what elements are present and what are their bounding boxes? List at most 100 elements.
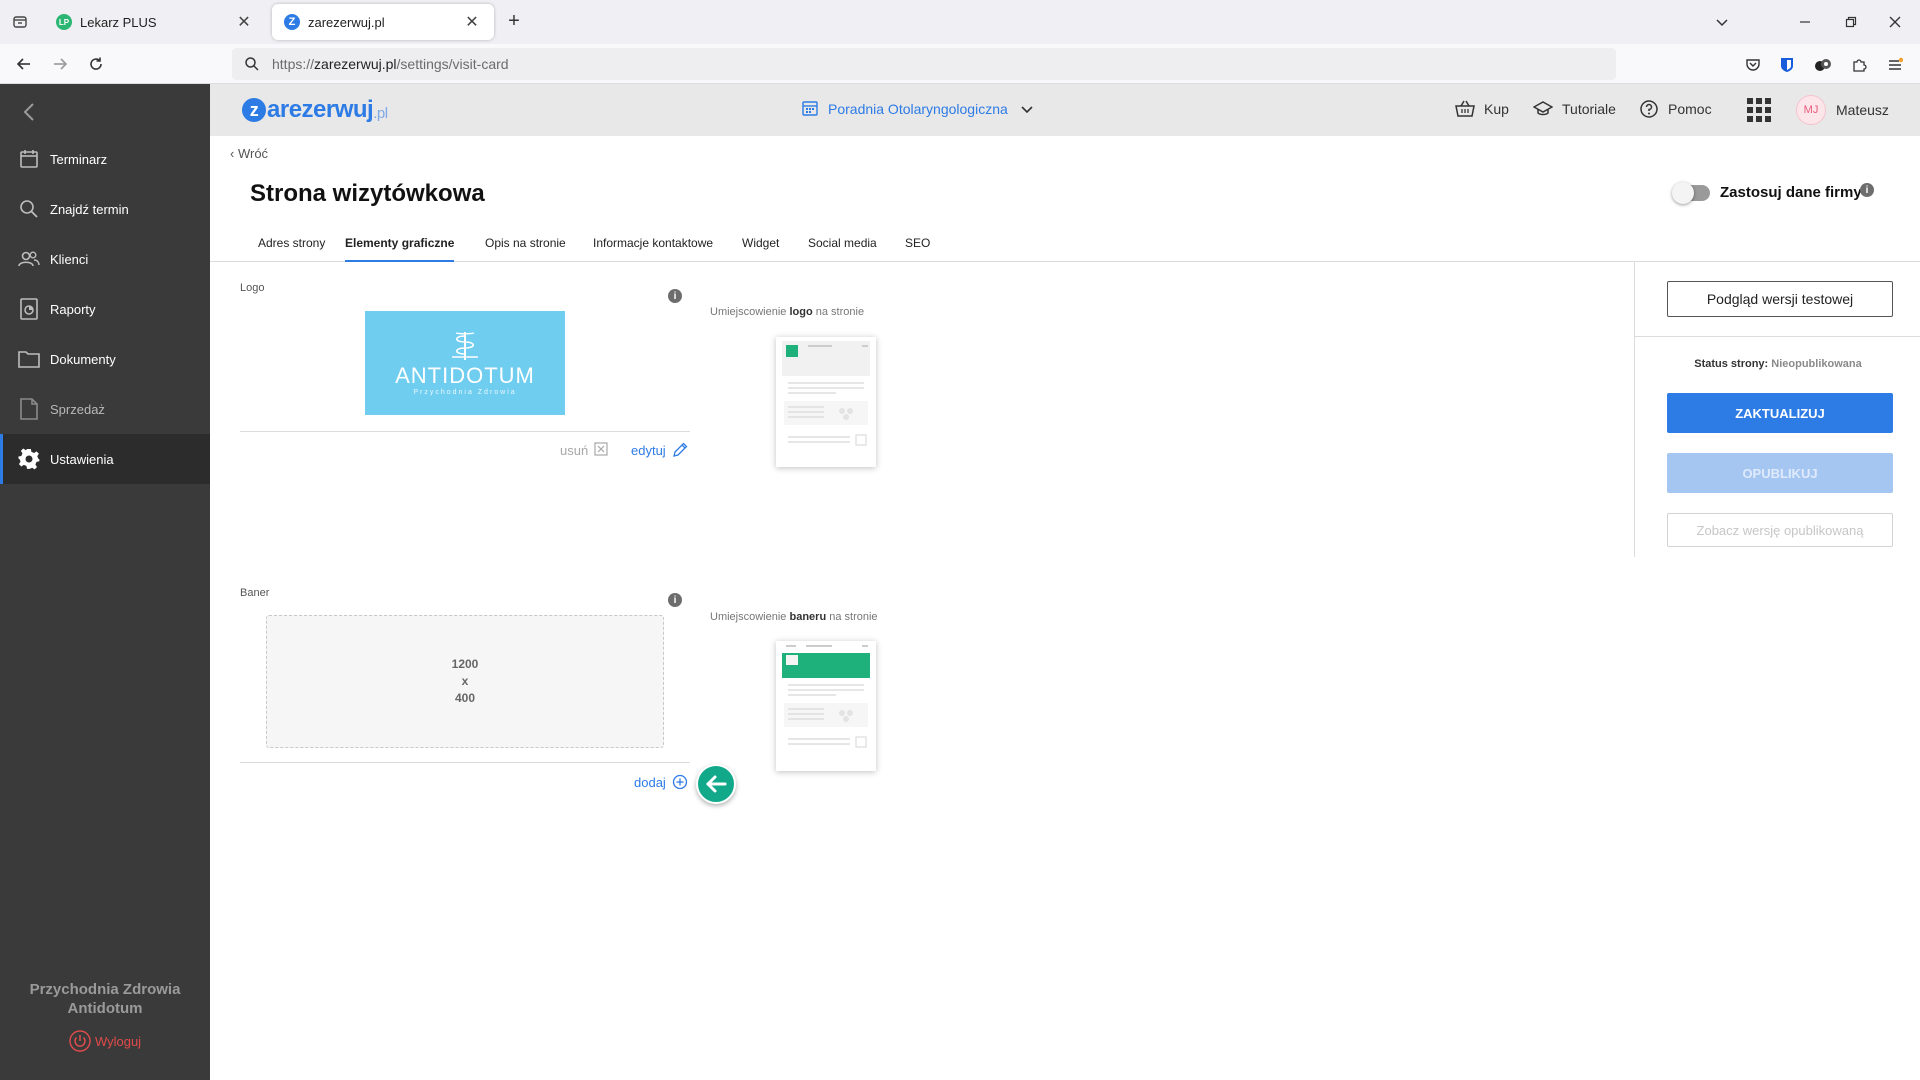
- apply-company-data-toggle[interactable]: Zastosuj dane firmy: [1672, 181, 1862, 204]
- caduceus-icon: [452, 331, 478, 360]
- close-window-icon[interactable]: [1880, 8, 1910, 36]
- tab-social-media[interactable]: Social media: [808, 236, 877, 262]
- add-label: dodaj: [634, 774, 666, 790]
- tab-elementy-graficzne[interactable]: Elementy graficzne: [345, 236, 455, 262]
- logout-button[interactable]: Wyloguj: [0, 1030, 210, 1052]
- help-circle-icon: [1638, 98, 1660, 120]
- restore-icon[interactable]: [1836, 8, 1866, 36]
- sidebar: Terminarz Znajdź termin Klienci Raporty …: [0, 84, 210, 1080]
- divider: [1635, 336, 1920, 337]
- publish-button[interactable]: OPUBLIKUJ: [1667, 453, 1893, 493]
- logo-placement-thumbnail: [776, 337, 876, 467]
- reload-icon[interactable]: [84, 52, 108, 76]
- document-icon: [18, 398, 40, 420]
- new-tab-icon[interactable]: +: [502, 10, 526, 34]
- url-host: zarezerwuj.pl: [314, 56, 397, 72]
- tab-list-chevron-icon[interactable]: [1707, 8, 1737, 36]
- address-bar[interactable]: https://zarezerwuj.pl/settings/visit-car…: [232, 48, 1616, 80]
- logo-section-label: Logo: [240, 282, 265, 294]
- publish-panel: Podgląd wersji testowej Status strony: N…: [1634, 262, 1920, 557]
- zarezerwuj-favicon-icon: Z: [284, 14, 300, 30]
- help-button[interactable]: Pomoc: [1638, 98, 1712, 120]
- extensions-puzzle-icon[interactable]: [1848, 54, 1870, 76]
- apps-grid-icon[interactable]: [1746, 97, 1772, 123]
- banner-x: x: [461, 674, 469, 688]
- browser-tab-lekarz[interactable]: LP Lekarz PLUS ✕: [44, 4, 266, 40]
- toggle-switch[interactable]: [1672, 181, 1710, 204]
- add-banner-button[interactable]: dodaj: [634, 774, 688, 790]
- remove-logo-button[interactable]: usuń: [560, 442, 610, 458]
- clinic-selector[interactable]: Poradnia Otolaryngologiczna: [802, 100, 1034, 118]
- search-icon: [232, 56, 272, 72]
- status-value: Nieopublikowana: [1771, 358, 1862, 370]
- banner-placement-thumbnail: [776, 641, 876, 771]
- back-link[interactable]: ‹ Wróć: [230, 146, 268, 161]
- info-icon[interactable]: i: [668, 289, 682, 303]
- info-icon[interactable]: i: [668, 593, 682, 607]
- sidebar-item-dokumenty[interactable]: Dokumenty: [0, 334, 210, 384]
- info-icon[interactable]: i: [1860, 183, 1874, 197]
- banner-section-label: Baner: [240, 587, 270, 599]
- minimize-icon[interactable]: [1790, 8, 1820, 36]
- sidebar-item-label: Ustawienia: [50, 451, 114, 467]
- sidebar-item-label: Klienci: [50, 251, 89, 267]
- bitwarden-icon[interactable]: [1776, 54, 1798, 76]
- buy-button[interactable]: Kup: [1454, 98, 1509, 120]
- section-tabs: Adres strony Elementy graficzne Opis na …: [210, 228, 1920, 262]
- chevron-down-icon: [1020, 102, 1034, 116]
- view-published-button[interactable]: Zobacz wersję opublikowaną: [1667, 513, 1893, 547]
- close-tab-icon[interactable]: ✕: [462, 12, 482, 32]
- sidebar-item-znajdz-termin[interactable]: Znajdź termin: [0, 184, 210, 234]
- edit-logo-button[interactable]: edytuj: [631, 442, 688, 458]
- sidebar-item-ustawienia[interactable]: Ustawienia: [0, 434, 210, 484]
- tab-widget[interactable]: Widget: [742, 236, 779, 262]
- gear-icon: [18, 448, 40, 470]
- sidebar-item-sprzedaz[interactable]: Sprzedaż: [0, 384, 210, 434]
- logo-subtitle: Przychodnia Zdrowia: [413, 388, 517, 396]
- tab-opis-na-stronie[interactable]: Opis na stronie: [485, 236, 566, 262]
- tab-adres-strony[interactable]: Adres strony: [258, 236, 325, 262]
- lekarz-favicon-icon: LP: [56, 14, 72, 30]
- tab-informacje-kontaktowe[interactable]: Informacje kontaktowe: [593, 236, 713, 262]
- tab-overview-icon[interactable]: [8, 10, 32, 34]
- sidebar-item-raporty[interactable]: Raporty: [0, 284, 210, 334]
- calendar-icon: [18, 148, 40, 170]
- folder-icon: [18, 348, 40, 370]
- zarezerwuj-logo[interactable]: z arezerwuj .pl: [242, 96, 388, 124]
- power-icon: [69, 1030, 91, 1052]
- report-icon: [18, 298, 40, 320]
- logo-wordmark: ANTIDOTUM: [395, 362, 535, 388]
- back-arrow-icon[interactable]: [12, 52, 36, 76]
- sidebar-item-label: Terminarz: [50, 151, 108, 167]
- sidebar-item-label: Znajdź termin: [50, 201, 129, 217]
- browser-tab-zarezerwuj[interactable]: Z zarezerwuj.pl ✕: [272, 4, 494, 40]
- users-icon: [18, 248, 40, 270]
- logo-tld: .pl: [373, 104, 388, 122]
- toggle-label: Zastosuj dane firmy: [1720, 184, 1862, 201]
- tab-seo[interactable]: SEO: [905, 236, 930, 262]
- browser-tab-bar: LP Lekarz PLUS ✕ Z zarezerwuj.pl ✕ +: [0, 0, 1920, 44]
- avatar: MJ: [1796, 95, 1826, 125]
- extension-circles-icon[interactable]: [1812, 54, 1834, 76]
- page-title: Strona wizytówkowa: [250, 180, 485, 207]
- update-button[interactable]: ZAKTUALIZUJ: [1667, 393, 1893, 433]
- sidebar-item-terminarz[interactable]: Terminarz: [0, 134, 210, 184]
- basket-icon: [1454, 98, 1476, 120]
- forward-arrow-icon[interactable]: [48, 52, 72, 76]
- clinic-name: Poradnia Otolaryngologiczna: [828, 101, 1008, 117]
- tutorials-label: Tutoriale: [1562, 101, 1616, 117]
- page-status: Status strony: Nieopublikowana: [1635, 358, 1920, 370]
- pocket-icon[interactable]: [1742, 54, 1764, 76]
- collapse-chevron-icon[interactable]: [18, 100, 42, 124]
- logout-label: Wyloguj: [94, 1033, 142, 1049]
- sidebar-item-label: Raporty: [50, 301, 96, 317]
- back-label: Wróć: [237, 146, 269, 161]
- preview-test-version-button[interactable]: Podgląd wersji testowej: [1667, 281, 1893, 317]
- close-tab-icon[interactable]: ✕: [234, 12, 254, 32]
- app-menu-icon[interactable]: [1884, 54, 1906, 76]
- tutorials-button[interactable]: Tutoriale: [1532, 98, 1616, 120]
- sidebar-item-label: Sprzedaż: [50, 401, 105, 417]
- banner-dropzone[interactable]: 1200 x 400: [266, 615, 664, 748]
- sidebar-item-klienci[interactable]: Klienci: [0, 234, 210, 284]
- user-menu[interactable]: MJ Mateusz: [1796, 95, 1889, 125]
